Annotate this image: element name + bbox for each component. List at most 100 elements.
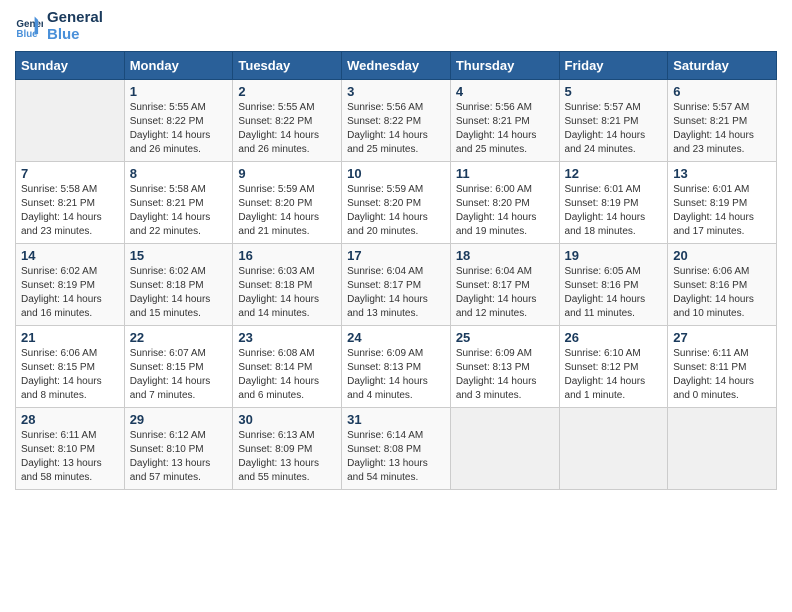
day-number: 20	[673, 248, 771, 263]
day-number: 16	[238, 248, 336, 263]
day-info: Sunrise: 6:14 AM Sunset: 8:08 PM Dayligh…	[347, 429, 445, 485]
week-row-1: 1 Sunrise: 5:55 AM Sunset: 8:22 PM Daylig…	[16, 80, 777, 162]
calendar-cell: 1 Sunrise: 5:55 AM Sunset: 8:22 PM Daylig…	[124, 80, 233, 162]
day-number: 15	[130, 248, 228, 263]
calendar-cell: 12 Sunrise: 6:01 AM Sunset: 8:19 PM Dayli…	[559, 162, 668, 244]
day-info: Sunrise: 5:55 AM Sunset: 8:22 PM Dayligh…	[130, 101, 228, 157]
day-number: 26	[565, 330, 663, 345]
day-info: Sunrise: 6:04 AM Sunset: 8:17 PM Dayligh…	[347, 265, 445, 321]
day-info: Sunrise: 5:56 AM Sunset: 8:22 PM Dayligh…	[347, 101, 445, 157]
col-header-wednesday: Wednesday	[342, 52, 451, 80]
day-info: Sunrise: 5:58 AM Sunset: 8:21 PM Dayligh…	[21, 183, 119, 239]
col-header-thursday: Thursday	[450, 52, 559, 80]
day-info: Sunrise: 6:02 AM Sunset: 8:18 PM Dayligh…	[130, 265, 228, 321]
day-info: Sunrise: 5:59 AM Sunset: 8:20 PM Dayligh…	[347, 183, 445, 239]
col-header-tuesday: Tuesday	[233, 52, 342, 80]
calendar-table: SundayMondayTuesdayWednesdayThursdayFrid…	[15, 51, 777, 490]
col-header-saturday: Saturday	[668, 52, 777, 80]
day-number: 22	[130, 330, 228, 345]
day-number: 23	[238, 330, 336, 345]
col-header-friday: Friday	[559, 52, 668, 80]
col-header-sunday: Sunday	[16, 52, 125, 80]
day-info: Sunrise: 5:59 AM Sunset: 8:20 PM Dayligh…	[238, 183, 336, 239]
calendar-cell: 31Sunrise: 6:14 AM Sunset: 8:08 PM Dayli…	[342, 408, 451, 490]
calendar-cell: 15 Sunrise: 6:02 AM Sunset: 8:18 PM Dayli…	[124, 244, 233, 326]
day-number: 18	[456, 248, 554, 263]
day-number: 3	[347, 84, 445, 99]
calendar-cell: 24Sunrise: 6:09 AM Sunset: 8:13 PM Dayli…	[342, 326, 451, 408]
calendar-cell: 14 Sunrise: 6:02 AM Sunset: 8:19 PM Dayli…	[16, 244, 125, 326]
calendar-cell: 3 Sunrise: 5:56 AM Sunset: 8:22 PM Daylig…	[342, 80, 451, 162]
col-header-monday: Monday	[124, 52, 233, 80]
calendar-cell: 30Sunrise: 6:13 AM Sunset: 8:09 PM Dayli…	[233, 408, 342, 490]
calendar-cell	[559, 408, 668, 490]
day-number: 9	[238, 166, 336, 181]
calendar-cell: 18 Sunrise: 6:04 AM Sunset: 8:17 PM Dayli…	[450, 244, 559, 326]
calendar-cell	[668, 408, 777, 490]
calendar-cell: 10 Sunrise: 5:59 AM Sunset: 8:20 PM Dayli…	[342, 162, 451, 244]
day-info: Sunrise: 5:56 AM Sunset: 8:21 PM Dayligh…	[456, 101, 554, 157]
day-number: 21	[21, 330, 119, 345]
day-number: 25	[456, 330, 554, 345]
day-info: Sunrise: 6:05 AM Sunset: 8:16 PM Dayligh…	[565, 265, 663, 321]
calendar-cell: 22 Sunrise: 6:07 AM Sunset: 8:15 PM Dayli…	[124, 326, 233, 408]
calendar-cell: 16 Sunrise: 6:03 AM Sunset: 8:18 PM Dayli…	[233, 244, 342, 326]
day-number: 5	[565, 84, 663, 99]
logo-line1: General	[47, 10, 103, 27]
day-number: 30	[238, 412, 336, 427]
calendar-cell: 19 Sunrise: 6:05 AM Sunset: 8:16 PM Dayli…	[559, 244, 668, 326]
day-number: 14	[21, 248, 119, 263]
logo-line2: Blue	[47, 27, 103, 44]
header-row: SundayMondayTuesdayWednesdayThursdayFrid…	[16, 52, 777, 80]
header: General Blue General Blue	[15, 10, 777, 43]
calendar-cell: 17 Sunrise: 6:04 AM Sunset: 8:17 PM Dayli…	[342, 244, 451, 326]
day-info: Sunrise: 5:58 AM Sunset: 8:21 PM Dayligh…	[130, 183, 228, 239]
calendar-cell: 2Sunrise: 5:55 AM Sunset: 8:22 PM Daylig…	[233, 80, 342, 162]
calendar-cell: 4 Sunrise: 5:56 AM Sunset: 8:21 PM Daylig…	[450, 80, 559, 162]
day-info: Sunrise: 6:02 AM Sunset: 8:19 PM Dayligh…	[21, 265, 119, 321]
day-info: Sunrise: 6:08 AM Sunset: 8:14 PM Dayligh…	[238, 347, 336, 403]
calendar-cell: 8Sunrise: 5:58 AM Sunset: 8:21 PM Daylig…	[124, 162, 233, 244]
week-row-4: 21 Sunrise: 6:06 AM Sunset: 8:15 PM Dayli…	[16, 326, 777, 408]
week-row-3: 14 Sunrise: 6:02 AM Sunset: 8:19 PM Dayli…	[16, 244, 777, 326]
day-number: 19	[565, 248, 663, 263]
day-info: Sunrise: 6:11 AM Sunset: 8:10 PM Dayligh…	[21, 429, 119, 485]
calendar-cell: 27Sunrise: 6:11 AM Sunset: 8:11 PM Dayli…	[668, 326, 777, 408]
day-info: Sunrise: 5:57 AM Sunset: 8:21 PM Dayligh…	[673, 101, 771, 157]
day-number: 12	[565, 166, 663, 181]
week-row-2: 7Sunrise: 5:58 AM Sunset: 8:21 PM Daylig…	[16, 162, 777, 244]
calendar-cell: 9 Sunrise: 5:59 AM Sunset: 8:20 PM Daylig…	[233, 162, 342, 244]
calendar-cell: 5Sunrise: 5:57 AM Sunset: 8:21 PM Daylig…	[559, 80, 668, 162]
calendar-cell: 28Sunrise: 6:11 AM Sunset: 8:10 PM Dayli…	[16, 408, 125, 490]
day-info: Sunrise: 6:06 AM Sunset: 8:15 PM Dayligh…	[21, 347, 119, 403]
calendar-cell: 25 Sunrise: 6:09 AM Sunset: 8:13 PM Dayli…	[450, 326, 559, 408]
logo-icon: General Blue	[15, 13, 43, 41]
calendar-cell	[450, 408, 559, 490]
day-info: Sunrise: 6:01 AM Sunset: 8:19 PM Dayligh…	[565, 183, 663, 239]
day-info: Sunrise: 6:09 AM Sunset: 8:13 PM Dayligh…	[456, 347, 554, 403]
day-info: Sunrise: 6:09 AM Sunset: 8:13 PM Dayligh…	[347, 347, 445, 403]
day-number: 10	[347, 166, 445, 181]
calendar-cell: 20Sunrise: 6:06 AM Sunset: 8:16 PM Dayli…	[668, 244, 777, 326]
calendar-cell: 13Sunrise: 6:01 AM Sunset: 8:19 PM Dayli…	[668, 162, 777, 244]
day-number: 4	[456, 84, 554, 99]
calendar-cell	[16, 80, 125, 162]
day-info: Sunrise: 6:10 AM Sunset: 8:12 PM Dayligh…	[565, 347, 663, 403]
day-info: Sunrise: 6:04 AM Sunset: 8:17 PM Dayligh…	[456, 265, 554, 321]
day-number: 17	[347, 248, 445, 263]
day-info: Sunrise: 6:12 AM Sunset: 8:10 PM Dayligh…	[130, 429, 228, 485]
day-number: 1	[130, 84, 228, 99]
day-number: 27	[673, 330, 771, 345]
day-number: 6	[673, 84, 771, 99]
calendar-cell: 23 Sunrise: 6:08 AM Sunset: 8:14 PM Dayli…	[233, 326, 342, 408]
page-container: General Blue General Blue SundayMondayTu…	[0, 0, 792, 500]
logo: General Blue General Blue	[15, 10, 103, 43]
calendar-cell: 7Sunrise: 5:58 AM Sunset: 8:21 PM Daylig…	[16, 162, 125, 244]
day-info: Sunrise: 6:07 AM Sunset: 8:15 PM Dayligh…	[130, 347, 228, 403]
day-info: Sunrise: 6:03 AM Sunset: 8:18 PM Dayligh…	[238, 265, 336, 321]
day-number: 13	[673, 166, 771, 181]
day-info: Sunrise: 5:55 AM Sunset: 8:22 PM Dayligh…	[238, 101, 336, 157]
logo-text-area: General Blue	[47, 10, 103, 43]
calendar-cell: 21 Sunrise: 6:06 AM Sunset: 8:15 PM Dayli…	[16, 326, 125, 408]
calendar-cell: 6 Sunrise: 5:57 AM Sunset: 8:21 PM Daylig…	[668, 80, 777, 162]
